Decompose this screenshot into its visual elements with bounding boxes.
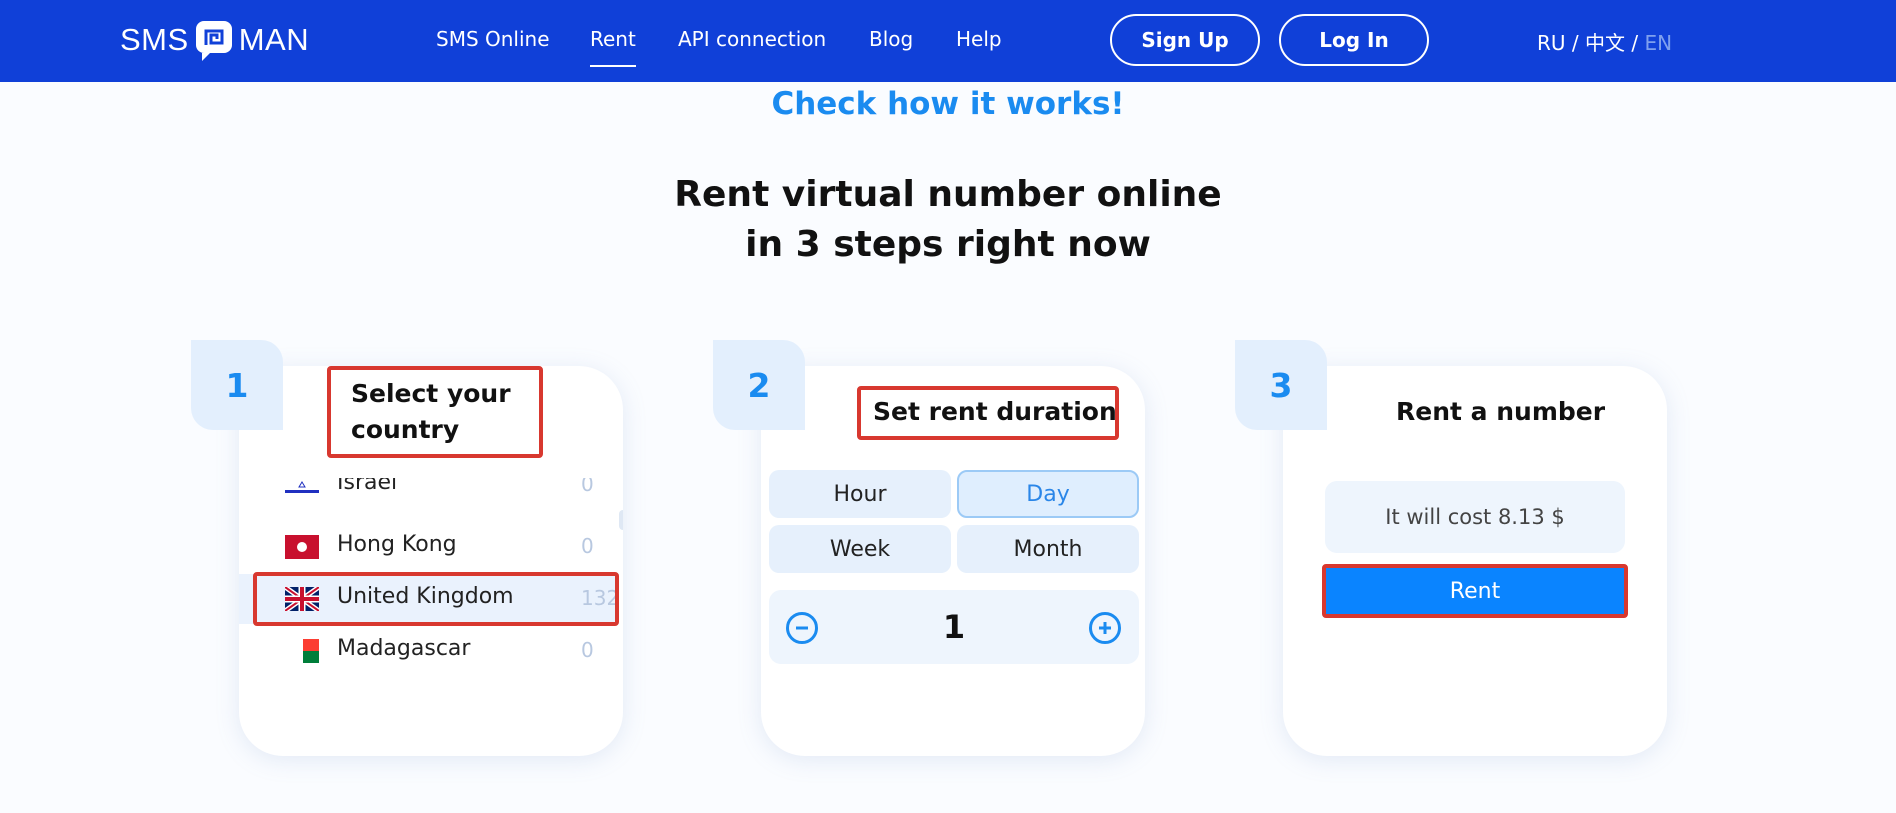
step-number-badge: 2 — [713, 340, 805, 430]
country-name: Madagascar — [337, 636, 471, 661]
selected-country-highlight — [253, 572, 619, 626]
logo-chat-bubble-icon — [194, 19, 234, 61]
country-list-item[interactable]: Madagascar 0 — [239, 626, 619, 676]
logo-text-sms: SMS — [120, 22, 189, 57]
language-switcher: RU / 中文 / EN — [1537, 27, 1672, 56]
country-list-item[interactable]: Hong Kong 0 — [239, 522, 619, 572]
country-list-item[interactable]: Israel 0 — [239, 478, 619, 508]
lang-ru[interactable]: RU — [1537, 31, 1566, 55]
country-name: Hong Kong — [337, 532, 457, 557]
duration-hour-button[interactable]: Hour — [769, 470, 951, 518]
page-title-line1: Rent virtual number online — [674, 174, 1222, 215]
israel-flag-icon — [285, 478, 319, 498]
madagascar-flag-icon — [295, 639, 319, 663]
step2-title-highlight — [857, 386, 1119, 440]
plus-icon[interactable] — [1089, 612, 1121, 644]
lang-separator: / — [1571, 31, 1579, 55]
nav-api-connection[interactable]: API connection — [678, 27, 826, 57]
page-title-line2: in 3 steps right now — [745, 224, 1151, 265]
top-navigation-bar: SMS MAN SMS Online Rent API connection B… — [0, 0, 1896, 82]
smsman-logo[interactable]: SMS MAN — [120, 18, 309, 62]
check-how-it-works-link[interactable]: Check how it works! — [0, 86, 1896, 122]
lang-zh[interactable]: 中文 — [1585, 31, 1625, 55]
page-title: Rent virtual number online in 3 steps ri… — [0, 170, 1896, 270]
lang-en[interactable]: EN — [1644, 31, 1672, 55]
step-card-rent-duration: Set rent duration Hour Day Week Month 1 — [761, 366, 1145, 756]
step-number-badge: 1 — [191, 340, 283, 430]
hong-kong-flag-icon — [285, 535, 319, 559]
cost-display: It will cost 8.13 $ — [1325, 481, 1625, 553]
duration-week-button[interactable]: Week — [769, 525, 951, 573]
country-count: 0 — [581, 478, 594, 496]
country-list-scrollbar[interactable] — [619, 510, 623, 530]
sign-up-button[interactable]: Sign Up — [1110, 14, 1260, 66]
nav-rent[interactable]: Rent — [590, 27, 636, 67]
step-card-select-country: Select your country Israel 0 Hong Kong 0… — [239, 366, 623, 756]
lang-separator: / — [1631, 31, 1639, 55]
duration-day-button[interactable]: Day — [957, 470, 1139, 518]
step-card-rent-number: Rent a number It will cost 8.13 $ Rent — [1283, 366, 1667, 756]
country-count: 0 — [581, 638, 594, 662]
quantity-value: 1 — [942, 608, 966, 646]
nav-sms-online[interactable]: SMS Online — [436, 27, 550, 57]
nav-blog[interactable]: Blog — [869, 27, 913, 57]
step1-title-highlight — [327, 366, 543, 458]
nav-help[interactable]: Help — [956, 27, 1002, 57]
log-in-button[interactable]: Log In — [1279, 14, 1429, 66]
step-number-badge: 3 — [1235, 340, 1327, 430]
country-name: Israel — [337, 478, 398, 495]
duration-month-button[interactable]: Month — [957, 525, 1139, 573]
rent-button-highlight — [1322, 564, 1628, 618]
quantity-stepper: 1 — [769, 590, 1139, 664]
country-count: 0 — [581, 534, 594, 558]
logo-text-man: MAN — [238, 22, 310, 57]
step3-title: Rent a number — [1396, 397, 1606, 426]
